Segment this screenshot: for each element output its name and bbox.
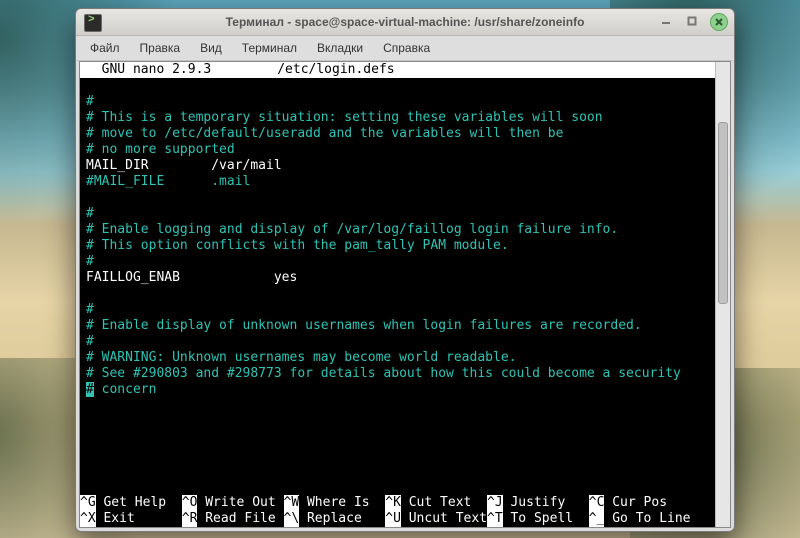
shortcut-label: Go To Line — [604, 511, 690, 527]
shortcut-key: ^U — [385, 511, 401, 527]
menu-terminal[interactable]: Терминал — [234, 39, 305, 57]
maximize-button[interactable] — [684, 13, 700, 29]
nano-shortcut: ^T To Spell — [487, 511, 589, 527]
shortcut-key: ^\ — [284, 511, 300, 527]
shortcut-label: Where Is — [299, 495, 385, 511]
nano-help-bar: ^G Get Help ^O Write Out ^W Where Is ^K … — [80, 495, 716, 527]
menu-edit[interactable]: Правка — [132, 39, 189, 57]
nano-shortcut: ^\ Replace — [284, 511, 386, 527]
editor-line — [86, 286, 710, 302]
terminal-window: Терминал - space@space-virtual-machine: … — [75, 8, 735, 532]
shortcut-label: Justify — [503, 495, 589, 511]
shortcut-key: ^W — [284, 495, 300, 511]
nano-shortcut: ^W Where Is — [284, 495, 386, 511]
shortcut-label: Get Help — [96, 495, 182, 511]
terminal-viewport[interactable]: GNU nano 2.9.3 /etc/login.defs ## This i… — [79, 61, 731, 528]
nano-shortcut: ^R Read File — [182, 511, 284, 527]
menubar: Файл Правка Вид Терминал Вкладки Справка — [76, 36, 734, 61]
shortcut-key: ^_ — [589, 511, 605, 527]
shortcut-label: Cur Pos — [604, 495, 690, 511]
editor-line: #MAIL_FILE .mail — [86, 174, 710, 190]
shortcut-key: ^X — [80, 511, 96, 527]
close-button[interactable] — [710, 13, 728, 31]
nano-version: GNU nano 2.9.3 — [86, 62, 211, 78]
minimize-button[interactable] — [658, 13, 674, 29]
nano-shortcut: ^K Cut Text — [385, 495, 487, 511]
menu-view[interactable]: Вид — [192, 39, 230, 57]
nano-editor-body[interactable]: ## This is a temporary situation: settin… — [80, 78, 716, 495]
editor-line: # — [86, 206, 710, 222]
shortcut-key: ^K — [385, 495, 401, 511]
shortcut-label: Uncut Text — [401, 511, 487, 527]
nano-shortcut: ^C Cur Pos — [589, 495, 691, 511]
nano-shortcut: ^U Uncut Text — [385, 511, 487, 527]
shortcut-label: Write Out — [197, 495, 283, 511]
nano-shortcut: ^_ Go To Line — [589, 511, 691, 527]
nano-titlebar: GNU nano 2.9.3 /etc/login.defs — [80, 62, 716, 78]
shortcut-label: Cut Text — [401, 495, 487, 511]
nano-shortcut: ^J Justify — [487, 495, 589, 511]
editor-line: # This option conflicts with the pam_tal… — [86, 238, 710, 254]
editor-line: # move to /etc/default/useradd and the v… — [86, 126, 710, 142]
shortcut-label: Replace — [299, 511, 385, 527]
editor-line — [86, 78, 710, 94]
shortcut-label: Read File — [197, 511, 283, 527]
shortcut-key: ^R — [182, 511, 198, 527]
editor-line: FAILLOG_ENAB yes — [86, 270, 710, 286]
menu-help[interactable]: Справка — [375, 39, 438, 57]
editor-line: # — [86, 94, 710, 110]
editor-line: # no more supported — [86, 142, 710, 158]
editor-line: # — [86, 334, 710, 350]
editor-line: # See #290803 and #298773 for details ab… — [86, 366, 710, 382]
window-buttons — [658, 13, 728, 31]
nano-filename: /etc/login.defs — [211, 62, 460, 78]
nano-shortcut: ^X Exit — [80, 511, 182, 527]
shortcut-key: ^J — [487, 495, 503, 511]
terminal-scrollbar[interactable] — [715, 62, 730, 527]
editor-line: # Enable logging and display of /var/log… — [86, 222, 710, 238]
menu-file[interactable]: Файл — [82, 39, 128, 57]
nano-help-row: ^G Get Help ^O Write Out ^W Where Is ^K … — [80, 495, 716, 511]
nano-help-row: ^X Exit ^R Read File ^\ Replace ^U Uncut… — [80, 511, 716, 527]
terminal-app-icon — [84, 14, 102, 32]
menu-tabs[interactable]: Вкладки — [309, 39, 371, 57]
scrollbar-thumb[interactable] — [718, 122, 728, 304]
terminal-content: GNU nano 2.9.3 /etc/login.defs ## This i… — [80, 62, 716, 527]
editor-line: # — [86, 254, 710, 270]
window-title: Терминал - space@space-virtual-machine: … — [226, 15, 585, 29]
shortcut-key: ^O — [182, 495, 198, 511]
shortcut-key: ^C — [589, 495, 605, 511]
nano-shortcut: ^G Get Help — [80, 495, 182, 511]
editor-line: MAIL_DIR /var/mail — [86, 158, 710, 174]
nano-shortcut: ^O Write Out — [182, 495, 284, 511]
shortcut-label: Exit — [96, 511, 182, 527]
editor-line: # — [86, 302, 710, 318]
shortcut-key: ^T — [487, 511, 503, 527]
shortcut-label: To Spell — [503, 511, 589, 527]
editor-line: # Enable display of unknown usernames wh… — [86, 318, 710, 334]
shortcut-key: ^G — [80, 495, 96, 511]
editor-line — [86, 190, 710, 206]
titlebar[interactable]: Терминал - space@space-virtual-machine: … — [76, 9, 734, 36]
editor-line: # This is a temporary situation: setting… — [86, 110, 710, 126]
editor-line: # WARNING: Unknown usernames may become … — [86, 350, 710, 366]
editor-line: # concern — [86, 382, 710, 398]
cursor: # — [86, 382, 94, 397]
